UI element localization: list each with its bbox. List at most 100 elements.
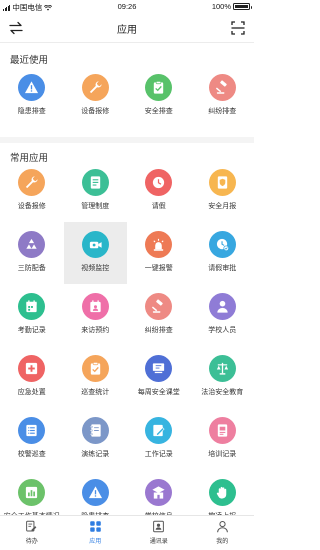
chart-icon <box>26 486 38 499</box>
app-item[interactable]: 演练记录 <box>64 408 128 470</box>
app-item-label: 来访预约 <box>81 327 110 334</box>
person-icon <box>217 300 228 313</box>
tab-label: 我的 <box>216 539 229 545</box>
app-item[interactable]: 请假审批 <box>191 222 255 284</box>
app-item[interactable]: 工作记录 <box>127 408 191 470</box>
app-icon-badge <box>145 417 173 444</box>
app-item-label: 考勤记录 <box>17 327 46 334</box>
calendar-icon <box>26 300 37 313</box>
app-item[interactable]: 设备报修 <box>64 65 128 127</box>
app-item[interactable]: 巡查统计 <box>64 346 128 408</box>
training-icon <box>217 424 227 437</box>
tab-contacts[interactable]: 通讯录 <box>127 516 191 550</box>
gavel-icon <box>152 299 163 313</box>
shield-document-icon <box>217 176 227 189</box>
app-icon-badge <box>145 355 173 382</box>
clock-icon <box>153 176 165 189</box>
app-item[interactable]: 考勤记录 <box>0 284 64 346</box>
tab-apps[interactable]: 应用 <box>64 516 128 550</box>
app-item-label: 一键报警 <box>144 265 173 272</box>
warning-icon <box>25 81 39 94</box>
status-bar: 中国电信 09:26 100% <box>0 0 254 13</box>
recent-apps-grid: 隐患排查 设备报修 安全排查 纠纷排查 <box>0 65 254 127</box>
app-item[interactable]: 安全月报 <box>191 160 255 222</box>
app-icon-badge <box>145 169 173 196</box>
app-item[interactable]: 纠纷排查 <box>191 65 255 127</box>
app-icon-badge <box>81 479 109 506</box>
camera-icon <box>89 241 102 249</box>
app-item[interactable]: 每周安全课堂 <box>127 346 191 408</box>
hand-icon <box>216 486 226 499</box>
tab-label: 应用 <box>89 539 102 545</box>
app-item[interactable]: 应急处置 <box>0 346 64 408</box>
app-item-label: 视频监控 <box>81 265 110 272</box>
app-item-label: 校警巡查 <box>17 451 46 458</box>
app-icon-badge <box>208 231 236 258</box>
nav-bar: 应用 <box>0 13 254 43</box>
app-item-label: 安全月报 <box>208 203 237 210</box>
app-item-label: 三防配备 <box>17 265 46 272</box>
app-icon-badge <box>208 74 236 101</box>
app-item-label: 每周安全课堂 <box>137 389 180 396</box>
clipboard-check-icon <box>154 81 164 94</box>
app-icon-badge <box>145 293 173 320</box>
gavel-icon <box>215 80 227 94</box>
app-icon-badge <box>18 355 46 382</box>
app-icon-badge <box>18 479 46 506</box>
app-item-label: 演练记录 <box>81 451 110 458</box>
app-icon-badge <box>81 74 109 101</box>
app-icon-badge <box>81 417 109 444</box>
app-icon-badge <box>145 231 173 258</box>
tab-label: 通讯录 <box>149 539 168 545</box>
recycle-icon <box>26 238 37 249</box>
battery-percent: 100% <box>211 2 231 11</box>
app-icon-badge <box>18 417 46 444</box>
app-icon-badge <box>208 355 236 382</box>
list-icon <box>26 424 37 437</box>
app-item[interactable]: 培训记录 <box>191 408 255 470</box>
app-item[interactable]: 来访预约 <box>64 284 128 346</box>
pencil-doc-icon <box>153 424 165 437</box>
notebook-icon <box>89 424 101 437</box>
app-item[interactable]: 请假 <box>127 160 191 222</box>
app-item[interactable]: 设备报修 <box>0 160 64 222</box>
app-icon-badge <box>81 169 109 196</box>
app-item[interactable]: 校警巡查 <box>0 408 64 470</box>
apps-icon <box>89 521 101 532</box>
wrench-icon <box>26 176 38 189</box>
page-title: 应用 <box>117 25 137 36</box>
app-item[interactable]: 安全排查 <box>127 65 191 127</box>
calendar-user-icon <box>90 300 101 313</box>
app-icon-badge <box>208 479 236 506</box>
app-item[interactable]: 法治安全教育 <box>191 346 255 408</box>
law-icon <box>216 362 228 375</box>
bottom-tab-bar: 待办 应用 通讯录 我的 <box>0 515 254 550</box>
todo-icon <box>26 520 37 532</box>
app-item-label: 纠纷排查 <box>208 108 237 115</box>
app-icon-badge <box>81 231 109 258</box>
classroom-icon <box>153 363 165 374</box>
app-item[interactable]: 管理制度 <box>64 160 128 222</box>
app-item[interactable]: 隐患排查 <box>0 65 64 127</box>
app-item[interactable]: 视频监控 <box>63 222 127 284</box>
app-item-label: 法治安全教育 <box>201 389 244 396</box>
document-icon <box>90 176 100 189</box>
alarm-icon <box>153 238 164 251</box>
app-icon-badge <box>18 169 46 196</box>
wrench-icon <box>89 81 102 94</box>
status-right: 100% <box>211 2 252 11</box>
scan-button[interactable] <box>230 20 246 36</box>
tab-todo[interactable]: 待办 <box>0 516 64 550</box>
tab-profile[interactable]: 我的 <box>191 516 255 550</box>
app-item[interactable]: 纠纷排查 <box>127 284 191 346</box>
app-item[interactable]: 一键报警 <box>127 222 191 284</box>
contacts-icon <box>153 520 165 533</box>
warning-icon <box>88 486 102 499</box>
common-apps-grid: 设备报修 管理制度 请假 安全月报三防配备 视频监控 一键报警 请假审批考勤记录 来访预约 纠纷… <box>0 160 254 532</box>
app-item-label: 巡查统计 <box>81 389 110 396</box>
battery-icon <box>233 3 252 10</box>
app-item[interactable]: 三防配备 <box>0 222 64 284</box>
app-item[interactable]: 学校人员 <box>191 284 255 346</box>
app-icon-badge <box>208 417 236 444</box>
app-item-label: 隐患排查 <box>17 108 46 115</box>
